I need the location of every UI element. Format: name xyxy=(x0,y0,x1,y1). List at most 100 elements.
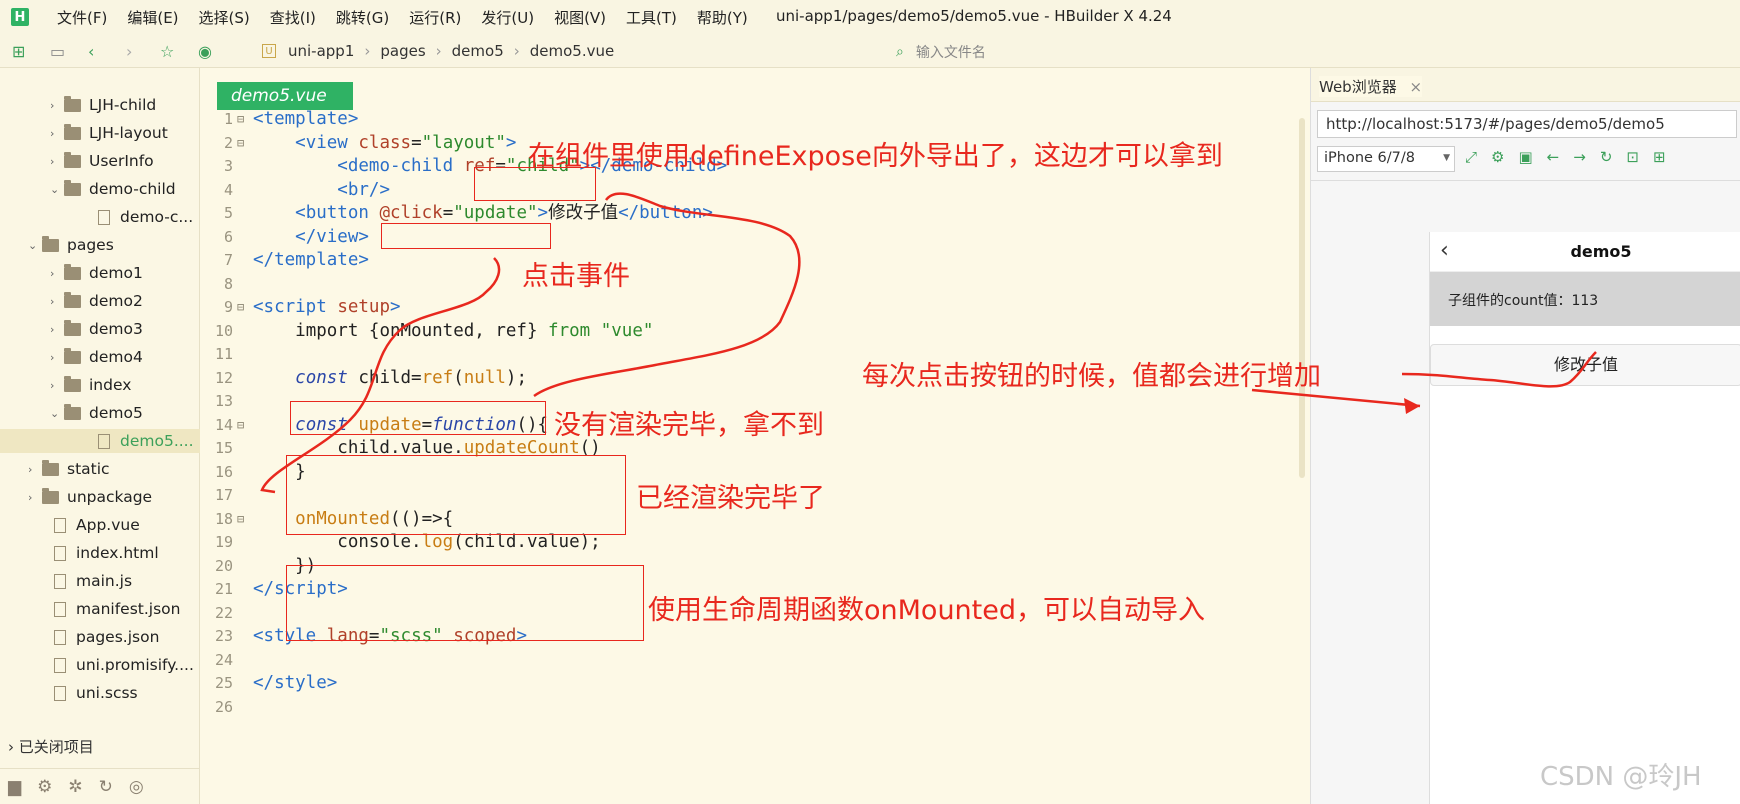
lock-icon[interactable]: ⊡ xyxy=(1626,148,1639,166)
code-line[interactable]: 5 <button @click="update">修改子值</button> xyxy=(201,200,1301,226)
qrcode-icon[interactable]: ⊞ xyxy=(1653,148,1666,166)
palette-icon[interactable]: ◎ xyxy=(129,777,144,797)
chevron-icon: › xyxy=(50,266,55,280)
update-child-button[interactable]: 修改子值 xyxy=(1430,344,1740,386)
code-line[interactable]: 4 <br/> xyxy=(201,177,1301,203)
fold-icon[interactable]: ⊟ xyxy=(237,412,244,438)
chevron-icon: › xyxy=(28,462,33,476)
scrollbar[interactable] xyxy=(1299,118,1305,478)
folder-icon xyxy=(64,375,81,392)
reload-icon[interactable]: ↻ xyxy=(1600,148,1613,166)
tree-item[interactable]: uni.promisify.... xyxy=(0,653,200,677)
project-icon: U xyxy=(262,44,276,58)
web-browser-panel: Web浏览器 × http://localhost:5173/#/pages/d… xyxy=(1310,68,1740,804)
tree-item[interactable]: demo-c... xyxy=(0,205,200,229)
menu-item[interactable]: 查找(I) xyxy=(270,7,316,28)
code-line[interactable]: 25 </style> xyxy=(201,670,1301,696)
tree-item[interactable]: › demo3 xyxy=(0,317,200,341)
closed-projects[interactable]: › 已关闭项目 xyxy=(8,736,94,757)
tree-item[interactable]: pages.json xyxy=(0,625,200,649)
tree-item[interactable]: index.html xyxy=(0,541,200,565)
menu-item[interactable]: 运行(R) xyxy=(409,7,461,28)
menu-item[interactable]: 跳转(G) xyxy=(336,7,389,28)
menu-item[interactable]: 发行(U) xyxy=(481,7,534,28)
console-icon[interactable]: ▣ xyxy=(1518,148,1532,166)
chevron-icon: ⌄ xyxy=(28,238,38,252)
device-select[interactable]: iPhone 6/7/8 ▼ xyxy=(1317,146,1455,172)
fold-icon[interactable]: ⊟ xyxy=(237,106,244,132)
folder-icon[interactable]: ▆ xyxy=(8,777,21,797)
menu-item[interactable]: 文件(F) xyxy=(57,7,107,28)
tree-item[interactable]: › UserInfo xyxy=(0,149,200,173)
tree-item[interactable]: main.js xyxy=(0,569,200,593)
tree-item[interactable]: › unpackage xyxy=(0,485,200,509)
tree-item[interactable]: › LJH-layout xyxy=(0,121,200,145)
tree-item[interactable]: App.vue xyxy=(0,513,200,537)
back-icon[interactable]: ‹ xyxy=(88,42,94,61)
tree-item[interactable]: › LJH-child xyxy=(0,93,200,117)
forward-icon[interactable]: › xyxy=(126,42,132,61)
code-line[interactable]: 10 import {onMounted, ref} from "vue" xyxy=(201,318,1301,344)
refresh-icon[interactable]: ↻ xyxy=(99,777,113,797)
code-line[interactable]: 7 </template> xyxy=(201,247,1301,273)
menu-item[interactable]: 工具(T) xyxy=(626,7,677,28)
breadcrumb-item[interactable]: uni-app1 xyxy=(288,42,354,60)
tree-item[interactable]: manifest.json xyxy=(0,597,200,621)
tree-item[interactable]: uni.scss xyxy=(0,681,200,705)
tree-item[interactable]: › demo2 xyxy=(0,289,200,313)
tree-item[interactable]: › demo4 xyxy=(0,345,200,369)
tree-item[interactable]: ⌄ demo5 xyxy=(0,401,200,425)
sidebar-bottom-bar: ▆ ⚙ ✲ ↻ ◎ xyxy=(0,768,200,804)
plugin-icon[interactable]: ⚙ xyxy=(37,777,52,797)
tree-item[interactable]: › static xyxy=(0,457,200,481)
tree-item[interactable]: ⌄ pages xyxy=(0,233,200,257)
debug-icon[interactable]: ✲ xyxy=(68,777,82,797)
tree-item-label: pages.json xyxy=(76,628,160,646)
url-input[interactable]: http://localhost:5173/#/pages/demo5/demo… xyxy=(1317,110,1737,138)
breadcrumb-item[interactable]: demo5 xyxy=(452,42,504,60)
fold-icon[interactable]: ⊟ xyxy=(237,506,244,532)
screenshot-icon[interactable]: ⤢ xyxy=(1465,148,1477,166)
code-line[interactable]: 8 xyxy=(201,271,1301,297)
file-search-input[interactable]: ⌕ 输入文件名 xyxy=(896,42,986,62)
fold-icon[interactable]: ⊟ xyxy=(237,130,244,156)
fold-icon[interactable]: ⊟ xyxy=(237,294,244,320)
code-line[interactable]: 9 ⊟ <script setup> xyxy=(201,294,1301,320)
save-icon[interactable]: ▭ xyxy=(50,42,65,61)
file-icon xyxy=(54,545,66,561)
tree-item[interactable]: ⌄ demo-child xyxy=(0,177,200,201)
file-icon xyxy=(54,573,66,589)
annotation-onmounted: 使用生命周期函数onMounted，可以自动导入 xyxy=(648,595,1206,626)
folder-icon xyxy=(64,347,81,364)
forward-icon[interactable]: → xyxy=(1573,148,1586,166)
breadcrumb-item[interactable]: demo5.vue xyxy=(530,42,614,60)
tree-item[interactable]: demo5.... xyxy=(0,429,200,453)
menu-item[interactable]: 选择(S) xyxy=(199,7,250,28)
back-icon[interactable]: ← xyxy=(1547,148,1560,166)
hbuilder-logo-icon: H xyxy=(11,8,29,26)
breadcrumb-item[interactable]: pages xyxy=(380,42,425,60)
menu-item[interactable]: 帮助(Y) xyxy=(697,7,748,28)
tree-item[interactable]: › index xyxy=(0,373,200,397)
code-line[interactable]: 1 ⊟ <template> xyxy=(201,106,1301,132)
file-icon xyxy=(98,209,110,225)
star-icon[interactable]: ☆ xyxy=(160,42,174,61)
tree-item[interactable]: › demo1 xyxy=(0,261,200,285)
tab-web-browser[interactable]: Web浏览器 × xyxy=(1319,76,1423,97)
count-label: 子组件的count值：113 xyxy=(1430,272,1740,326)
highlight-const xyxy=(290,401,546,435)
menu-item[interactable]: 视图(V) xyxy=(554,7,606,28)
run-icon[interactable]: ◉ xyxy=(198,42,212,61)
code-line[interactable]: 24 xyxy=(201,647,1301,673)
menu-item[interactable]: 编辑(E) xyxy=(127,7,178,28)
settings-icon[interactable]: ⚙ xyxy=(1491,148,1504,166)
code-line[interactable]: 6 </view> xyxy=(201,224,1301,250)
code-line[interactable]: 26 xyxy=(201,694,1301,720)
new-file-icon[interactable]: ⊞ xyxy=(12,42,25,61)
line-number: 25 xyxy=(214,674,233,692)
close-icon[interactable]: × xyxy=(1409,78,1422,96)
line-number: 15 xyxy=(214,439,233,457)
chevron-icon: › xyxy=(50,322,55,336)
toolbar: ⊞ ▭ ‹ › ☆ ◉ U uni-app1 › pages › demo5 › de… xyxy=(0,34,1740,68)
tree-item-label: App.vue xyxy=(76,516,140,534)
